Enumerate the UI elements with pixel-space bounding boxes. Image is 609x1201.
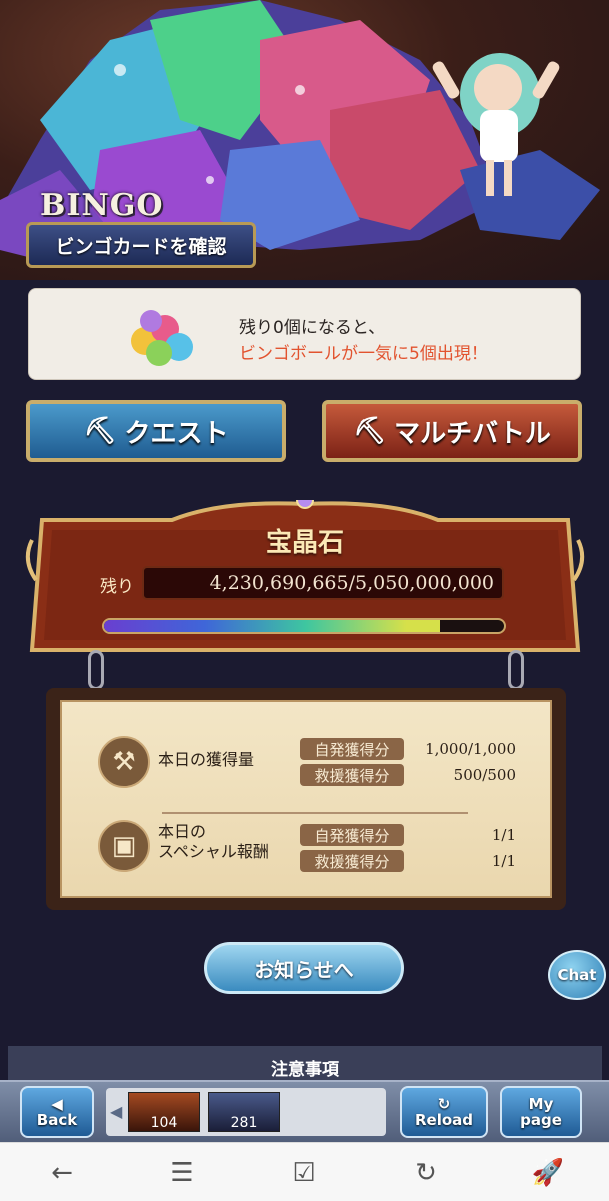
- news-button[interactable]: お知らせへ: [204, 942, 404, 994]
- daily-stats-board: ⚒ 本日の獲得量 自発獲得分 救援獲得分 1,000/1,000 500/500…: [46, 688, 566, 910]
- crystal-progress-fill: [104, 620, 440, 632]
- mypage-label-line1: My: [528, 1095, 554, 1113]
- thumbnail-count: 104: [150, 1115, 178, 1131]
- info-text-line1: 残り0個になると、: [239, 318, 386, 338]
- game-footer-bar: ◀ Back ◀ 104 281 ↻ Reload My page: [0, 1080, 609, 1144]
- mypage-button[interactable]: My page: [500, 1086, 582, 1138]
- hero-banner: BINGO ビンゴカードを確認: [0, 0, 609, 280]
- reload-button[interactable]: ↻ Reload: [400, 1086, 488, 1138]
- daily-gain-label: 本日の獲得量: [158, 750, 255, 769]
- multi-battle-button[interactable]: ⛏ マルチバトル: [322, 400, 582, 462]
- crystal-gauge-board: 宝晶石 残り 4,230,690,665/5,050,000,000: [22, 500, 588, 668]
- special-reward-label-line1: 本日の: [158, 822, 207, 841]
- reload-icon[interactable]: ↻: [406, 1153, 446, 1193]
- arrow-left-icon[interactable]: ←: [42, 1153, 82, 1193]
- quest-button[interactable]: ⛏ クエスト: [26, 400, 286, 462]
- quest-thumbnail-strip: ◀ 104 281: [106, 1088, 386, 1136]
- back-button-label: Back: [36, 1111, 78, 1129]
- browser-nav-bar: ← ☰ ☑ ↻ 🚀: [0, 1142, 609, 1201]
- bingo-title: BINGO: [40, 188, 164, 223]
- notice-heading-bar: 注意事項: [8, 1046, 602, 1080]
- stats-divider: [162, 812, 468, 814]
- crystal-progress-bar: [102, 618, 506, 634]
- special-self-value: 1/1: [491, 826, 516, 844]
- menu-icon[interactable]: ☰: [162, 1153, 202, 1193]
- treasure-chest-icon: ▣: [98, 820, 150, 872]
- special-rescue-value: 1/1: [491, 852, 516, 870]
- remaining-counter: 4,230,690,665/5,050,000,000: [142, 566, 504, 600]
- daily-self-value: 1,000/1,000: [425, 740, 516, 758]
- reload-icon: ↻: [437, 1095, 451, 1113]
- reload-button-label: Reload: [414, 1111, 474, 1129]
- checkbox-icon[interactable]: ☑: [284, 1153, 324, 1193]
- pickaxe-icon: ⛏: [83, 416, 117, 446]
- chain-right: [508, 650, 524, 690]
- pickaxe-icon: ⚒: [98, 736, 150, 788]
- back-button[interactable]: ◀ Back: [20, 1086, 94, 1138]
- chat-button[interactable]: Chat: [548, 950, 606, 1000]
- bingo-info-panel: 残り0個になると、 ビンゴボールが一気に5個出現！: [28, 288, 581, 380]
- remaining-value: 4,230,690,665/5,050,000,000: [209, 572, 494, 594]
- bingo-badge: BINGO ビンゴカードを確認: [26, 186, 256, 272]
- remaining-label: 残り: [100, 577, 134, 597]
- pickaxe-icon: ⛏: [353, 416, 387, 446]
- rocket-icon[interactable]: 🚀: [528, 1153, 568, 1193]
- special-reward-label-line2: スペシャル報酬: [158, 842, 269, 861]
- crystal-title: 宝晶石: [265, 528, 344, 558]
- info-text-line2: ビンゴボールが一気に5個出現！: [239, 344, 488, 364]
- strip-left-arrow-icon[interactable]: ◀: [110, 1102, 122, 1121]
- bingo-balls-icon: [131, 310, 193, 366]
- check-bingo-card-button[interactable]: ビンゴカードを確認: [26, 222, 256, 268]
- notice-heading: 注意事項: [271, 1060, 339, 1080]
- daily-stats-panel: ⚒ 本日の獲得量 自発獲得分 救援獲得分 1,000/1,000 500/500…: [60, 700, 552, 898]
- daily-rescue-value: 500/500: [453, 766, 516, 784]
- quest-button-label: クエスト: [124, 418, 229, 449]
- thumbnail-item[interactable]: 281: [208, 1092, 280, 1132]
- special-reward-label: 本日の スペシャル報酬: [158, 822, 269, 862]
- chain-left: [88, 650, 104, 690]
- multi-battle-button-label: マルチバトル: [394, 418, 551, 449]
- mypage-label-line2: page: [520, 1111, 562, 1129]
- thumbnail-item[interactable]: 104: [128, 1092, 200, 1132]
- thumbnail-count: 281: [230, 1115, 258, 1131]
- back-arrow-icon: ◀: [51, 1095, 63, 1113]
